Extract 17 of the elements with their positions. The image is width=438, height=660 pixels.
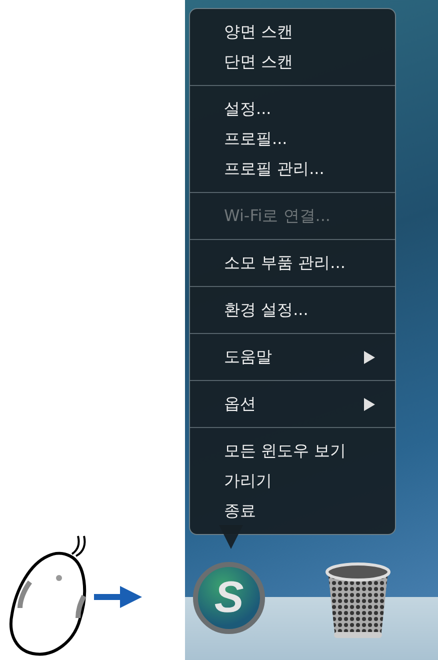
menu-item[interactable]: 소모 부품 관리... [190, 248, 395, 278]
trash-icon[interactable] [325, 562, 391, 640]
app-logo-icon[interactable]: S [193, 562, 265, 634]
submenu-arrow-icon [364, 398, 375, 410]
arrow-icon [94, 586, 142, 608]
menu-item[interactable]: 설정... [190, 94, 395, 124]
menu-item[interactable]: 단면 스캔 [190, 47, 395, 77]
menu-item[interactable]: 환경 설정... [190, 295, 395, 325]
menu-item[interactable]: 모든 윈도우 보기 [190, 436, 395, 466]
submenu-arrow-icon [364, 350, 375, 364]
menu-item[interactable]: 프로필... [190, 124, 395, 154]
submenu-item[interactable]: 옵션 [190, 389, 395, 419]
menu-item[interactable]: 가리기 [190, 466, 395, 496]
menu-item[interactable]: 종료 [190, 496, 395, 526]
menu-item[interactable]: 양면 스캔 [190, 17, 395, 47]
submenu-item[interactable]: 도움말 [190, 342, 395, 372]
menu-item[interactable]: 프로필 관리... [190, 154, 395, 184]
